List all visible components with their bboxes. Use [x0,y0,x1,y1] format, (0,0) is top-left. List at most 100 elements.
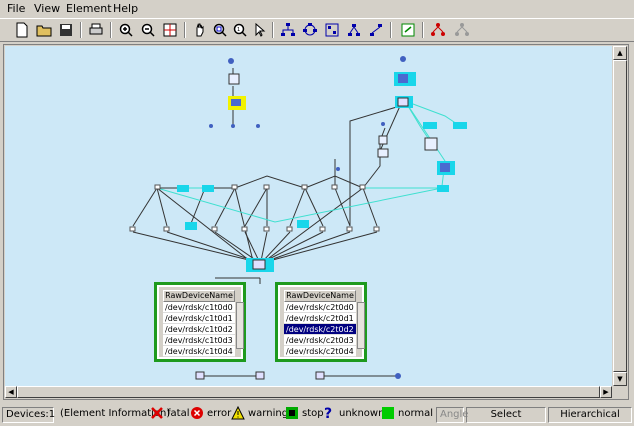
toolbar-separator [390,22,392,38]
layout-tree-button[interactable] [278,21,298,39]
circle-layout-icon [303,23,317,36]
zoom-in-button[interactable] [116,21,136,39]
open-folder-icon [36,25,52,37]
print-button[interactable] [86,21,106,39]
scroll-left-button[interactable]: ◀ [5,386,17,398]
scroll-up-button[interactable]: ▲ [613,46,627,60]
table-row[interactable]: /dev/rdsk/c1t0d2 [163,324,235,335]
zoom-fit-button[interactable]: 1 [230,21,250,39]
device-node[interactable] [185,222,197,230]
legend-stop-label: stop [302,407,324,419]
table-row[interactable]: /dev/rdsk/c1t0d4 [163,346,235,357]
zoom-in-icon [119,23,133,37]
angle-status: Angle [436,407,468,423]
show-topology-button[interactable] [428,21,448,39]
yellow-triangle-icon [231,406,245,420]
layout-spread-button[interactable] [366,21,386,39]
menubar: File View Element Help [0,0,634,17]
table-panel: RawDeviceName /dev/rdsk/c2t0d0 /dev/rdsk… [280,287,365,357]
show-topology-alt-button[interactable] [452,21,472,39]
fit-view-button[interactable] [160,21,180,39]
zoom-out-icon [141,23,155,37]
red-circle-icon [191,407,203,419]
green-square-icon [286,407,298,419]
column-header-rawdevicename[interactable]: RawDeviceName [163,290,235,302]
scroll-down-button[interactable]: ▼ [613,372,627,386]
tree-layout-icon [281,23,295,36]
layout-grid-button[interactable] [322,21,342,39]
arrow-pointer-icon [255,22,266,37]
device-node[interactable] [177,185,189,192]
printer-icon [89,23,103,35]
devices-count: Devices:1 [2,407,55,423]
device-node[interactable] [202,185,214,192]
layout-hierarchy-button[interactable] [344,21,364,39]
table-scrollbar[interactable] [357,302,365,349]
legend-warning: warning [231,406,288,420]
save-button[interactable] [56,21,76,39]
raw-device-table-1: RawDeviceName /dev/rdsk/c1t0d0 /dev/rdsk… [154,282,246,362]
legend-unknown: ? unknown [322,406,384,420]
disk-node[interactable] [315,371,325,380]
grid-layout-icon [325,23,339,37]
horizontal-scroll-thumb[interactable] [17,386,600,398]
open-file-button[interactable] [34,21,54,39]
zoom-region-icon [213,23,227,37]
device-node[interactable] [228,58,234,64]
menu-file[interactable]: File [7,2,25,15]
new-file-button[interactable] [12,21,32,39]
menu-help[interactable]: Help [113,2,138,15]
vertical-scroll-thumb[interactable] [613,60,627,372]
menu-element[interactable]: Element [66,2,112,15]
table-row[interactable]: /dev/rdsk/c2t0d3 [284,335,356,346]
disk-node[interactable] [395,373,401,379]
pan-button[interactable] [190,21,210,39]
layout-circle-button[interactable] [300,21,320,39]
disk-node[interactable] [195,371,205,380]
menu-view[interactable]: View [34,2,60,15]
topology-view: RawDeviceName /dev/rdsk/c1t0d0 /dev/rdsk… [3,44,629,400]
table-row-selected[interactable]: /dev/rdsk/c2t0d2 [284,324,356,335]
menu-help-label: Help [113,2,139,15]
menu-element-label: Element [66,2,112,15]
legend-error-label: error [207,407,232,419]
table-row[interactable]: /dev/rdsk/c1t0d1 [163,313,235,324]
hierarchy-layout-icon [348,24,360,36]
blue-question-icon: ? [324,406,332,420]
select-pointer-button[interactable] [250,21,270,39]
red-x-icon [151,407,163,419]
topology-red-icon [431,23,445,36]
vertical-scrollbar[interactable]: ▲ ▼ [613,46,627,386]
green-block-icon [382,407,394,419]
table-scrollbar[interactable] [236,302,244,349]
zoom-fit-icon: 1 [233,23,247,37]
scroll-right-button[interactable]: ▶ [600,386,612,398]
legend-error: error [190,406,231,420]
table-panel: RawDeviceName /dev/rdsk/c1t0d0 /dev/rdsk… [159,287,244,357]
horizontal-scrollbar[interactable]: ◀ ▶ [5,386,612,398]
table-row[interactable]: /dev/rdsk/c1t0d0 [163,302,235,313]
zoom-region-button[interactable] [210,21,230,39]
toolbar-separator [80,22,82,38]
zoom-out-button[interactable] [138,21,158,39]
column-header-rawdevicename[interactable]: RawDeviceName [284,290,356,302]
device-node[interactable] [424,137,438,151]
device-node[interactable] [228,73,240,85]
refresh-view-button[interactable] [398,21,418,39]
spread-layout-icon [370,24,382,36]
disk-node[interactable] [255,371,265,380]
toolbar-separator [184,22,186,38]
raw-device-table-2: RawDeviceName /dev/rdsk/c2t0d0 /dev/rdsk… [275,282,367,362]
legend-normal: normal [381,406,433,420]
device-node[interactable] [453,122,467,129]
table-row[interactable]: /dev/rdsk/c2t0d0 [284,302,356,313]
table-row[interactable]: /dev/rdsk/c2t0d1 [284,313,356,324]
device-node[interactable] [297,220,309,228]
topology-gray-icon [455,23,469,36]
svg-text:1: 1 [237,27,240,33]
cyan-links [156,100,461,223]
device-node[interactable] [423,122,437,129]
table-row[interactable]: /dev/rdsk/c1t0d3 [163,335,235,346]
table-row[interactable]: /dev/rdsk/c2t0d4 [284,346,356,357]
topology-canvas[interactable]: RawDeviceName /dev/rdsk/c1t0d0 /dev/rdsk… [5,46,612,386]
